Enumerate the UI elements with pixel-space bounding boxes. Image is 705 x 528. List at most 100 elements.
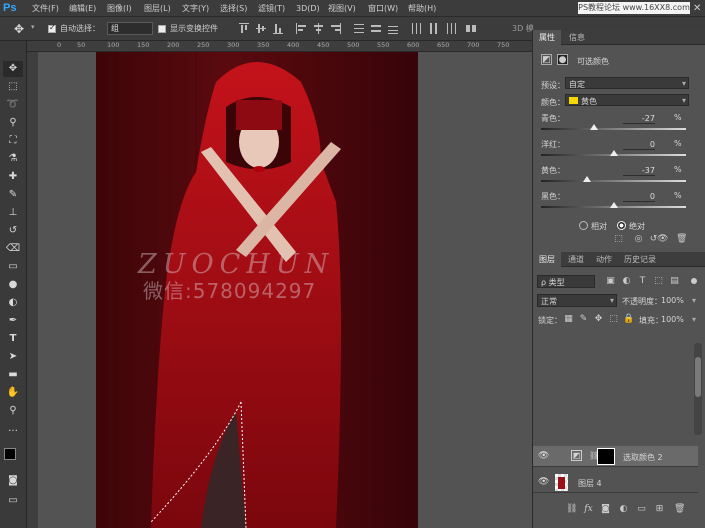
align-left-icon[interactable]	[296, 23, 306, 34]
new-layer-icon[interactable]: ⊞	[654, 504, 665, 515]
move-tool-icon[interactable]: ✥	[3, 61, 23, 77]
slider-track[interactable]	[541, 180, 686, 182]
eraser-tool-icon[interactable]: ⌫	[3, 241, 23, 257]
path-select-tool-icon[interactable]: ➤	[3, 349, 23, 365]
link-layers-icon[interactable]: ⛓	[566, 504, 577, 515]
opacity-value[interactable]: 100%	[661, 296, 684, 305]
distribute-top-icon[interactable]	[354, 23, 364, 34]
align-hcenter-icon[interactable]	[313, 23, 323, 34]
tab-history[interactable]: 历史记录	[618, 252, 662, 267]
align-vcenter-icon[interactable]	[256, 23, 266, 34]
marquee-tool-icon[interactable]: ⬚	[3, 79, 23, 95]
distribute-hcenter-icon[interactable]	[428, 23, 438, 34]
quick-select-tool-icon[interactable]: ⚲	[3, 115, 23, 131]
preset-dropdown[interactable]: 自定 ▾	[565, 77, 689, 89]
show-transform-checkbox[interactable]	[158, 25, 166, 33]
fx-icon[interactable]: fx	[583, 504, 594, 515]
menu-3d[interactable]: 3D(D)	[296, 0, 320, 17]
lock-artboard-icon[interactable]: ⬚	[608, 314, 619, 325]
auto-select-dropdown[interactable]: 组	[107, 22, 153, 35]
lasso-tool-icon[interactable]: ➰	[3, 97, 23, 113]
filter-shape-icon[interactable]: ⬚	[653, 276, 664, 287]
chevron-down-icon[interactable]: ▾	[692, 315, 696, 324]
hand-tool-icon[interactable]: ✋	[3, 385, 23, 401]
chevron-down-icon[interactable]: ▾	[31, 23, 35, 31]
lock-transparent-icon[interactable]: ▦	[563, 314, 574, 325]
scrollbar-thumb[interactable]	[695, 357, 701, 397]
layer-row[interactable]: 👁 图层 4	[533, 472, 698, 493]
slider-value-field[interactable]: 0	[623, 139, 655, 150]
menu-filter[interactable]: 滤镜(T)	[258, 0, 285, 17]
zoom-tool-icon[interactable]: ⚲	[3, 403, 23, 419]
distribute-bottom-icon[interactable]	[388, 23, 398, 34]
lock-position-icon[interactable]: ✥	[593, 314, 604, 325]
lock-all-icon[interactable]: 🔒	[623, 314, 634, 325]
slider-thumb[interactable]	[582, 176, 591, 182]
clip-to-layer-icon[interactable]: ⬚	[613, 234, 624, 245]
distribute-right-icon[interactable]	[445, 23, 456, 34]
menu-select[interactable]: 选择(S)	[220, 0, 247, 17]
healing-brush-tool-icon[interactable]: ✚	[3, 169, 23, 185]
menu-image[interactable]: 图像(I)	[107, 0, 132, 17]
fill-value[interactable]: 100%	[661, 315, 684, 324]
slider-value-field[interactable]: 0	[623, 191, 655, 202]
tab-properties[interactable]: 属性	[533, 30, 561, 45]
relative-radio[interactable]	[579, 221, 588, 230]
layer-name[interactable]: 图层 4	[578, 478, 602, 489]
filter-smart-icon[interactable]: ▤	[669, 276, 680, 287]
layer-thumbnail[interactable]	[555, 474, 568, 491]
menu-edit[interactable]: 编辑(E)	[69, 0, 96, 17]
new-adjustment-icon[interactable]: ◐	[618, 504, 629, 515]
tab-layers[interactable]: 图层	[533, 252, 561, 267]
slider-value-field[interactable]: -37	[623, 165, 655, 176]
blend-mode-dropdown[interactable]: 正常 ▾	[537, 294, 617, 307]
blur-tool-icon[interactable]: ●	[3, 277, 23, 293]
auto-align-icon[interactable]	[466, 23, 476, 34]
distribute-vcenter-icon[interactable]	[371, 23, 381, 34]
tab-actions[interactable]: 动作	[590, 252, 618, 267]
filter-toggle-icon[interactable]	[691, 278, 697, 284]
mask-icon[interactable]: ●	[557, 54, 568, 65]
slider-track[interactable]	[541, 128, 686, 130]
slider-value-field[interactable]: -27	[623, 113, 655, 124]
add-mask-icon[interactable]: ◙	[600, 504, 611, 515]
dodge-tool-icon[interactable]: ◐	[3, 295, 23, 311]
layer-filter-dropdown[interactable]: ρ 类型	[537, 275, 595, 288]
layer-mask-thumbnail[interactable]	[597, 448, 615, 465]
menu-layer[interactable]: 图层(L)	[144, 0, 171, 17]
trash-icon[interactable]: 🗑	[674, 504, 685, 515]
align-bottom-icon[interactable]	[273, 23, 283, 34]
slider-thumb[interactable]	[609, 202, 618, 208]
absolute-radio[interactable]	[617, 221, 626, 230]
visibility-eye-icon[interactable]: 👁	[538, 451, 549, 461]
menu-type[interactable]: 文字(Y)	[182, 0, 209, 17]
filter-type-icon[interactable]: T	[637, 276, 648, 287]
menu-window[interactable]: 窗口(W)	[368, 0, 398, 17]
quick-mask-icon[interactable]: ◙	[3, 473, 23, 489]
visibility-eye-icon[interactable]: 👁	[538, 477, 549, 487]
trash-icon[interactable]: 🗑	[676, 234, 687, 245]
eyedropper-tool-icon[interactable]: ⚗	[3, 151, 23, 167]
close-icon[interactable]: ✕	[693, 0, 705, 17]
lock-image-icon[interactable]: ✎	[578, 314, 589, 325]
pen-tool-icon[interactable]: ✒	[3, 313, 23, 329]
menu-file[interactable]: 文件(F)	[32, 0, 59, 17]
tab-channels[interactable]: 通道	[562, 252, 590, 267]
menu-help[interactable]: 帮助(H)	[408, 0, 436, 17]
more-tools-icon[interactable]: …	[3, 421, 23, 437]
crop-tool-icon[interactable]: ⛶	[3, 133, 23, 149]
foreground-color-swatch[interactable]	[4, 448, 16, 460]
filter-pixel-icon[interactable]: ▣	[605, 276, 616, 287]
view-previous-icon[interactable]: ◎	[633, 234, 644, 245]
gradient-tool-icon[interactable]: ▭	[3, 259, 23, 275]
slider-thumb[interactable]	[589, 124, 598, 130]
filter-adjustment-icon[interactable]: ◐	[621, 276, 632, 287]
clone-stamp-tool-icon[interactable]: ⊥	[3, 205, 23, 221]
color-dropdown[interactable]: 黄色 ▾	[565, 94, 689, 106]
visibility-eye-icon[interactable]: 👁	[657, 234, 668, 245]
align-right-icon[interactable]	[330, 23, 341, 34]
type-tool-icon[interactable]: T	[3, 331, 23, 347]
tab-info[interactable]: 信息	[563, 30, 591, 45]
new-group-icon[interactable]: ▭	[636, 504, 647, 515]
layer-row[interactable]: 👁 ◩ ⛓ 选取颜色 2	[533, 446, 698, 467]
